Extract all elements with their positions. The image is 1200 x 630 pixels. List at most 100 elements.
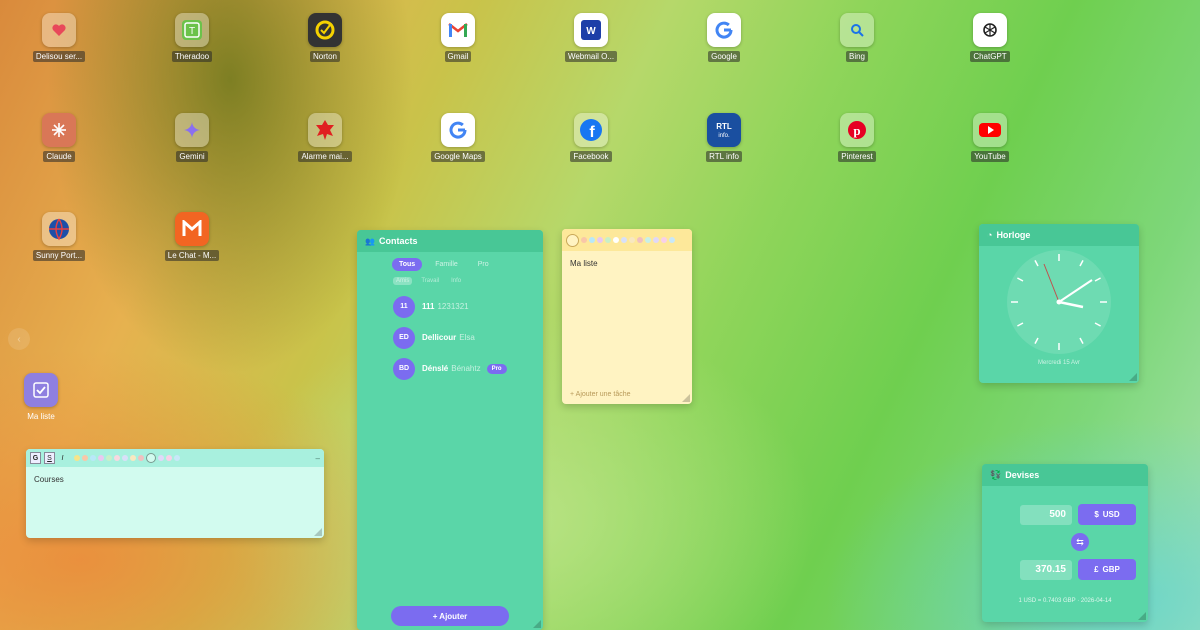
app-bing[interactable]: Bing	[812, 13, 902, 67]
app-theradoo[interactable]: T Theradoo	[147, 13, 237, 67]
color-swatch-selected[interactable]	[146, 453, 156, 463]
subtab-info[interactable]: Info	[448, 277, 464, 285]
facebook-icon: f	[574, 113, 608, 147]
color-swatch[interactable]	[581, 237, 587, 243]
color-swatch[interactable]	[82, 455, 88, 461]
app-google-maps[interactable]: Google Maps	[413, 113, 503, 167]
color-swatch[interactable]	[629, 237, 635, 243]
app-chatgpt[interactable]: ChatGPT	[945, 13, 1035, 67]
from-row: 500 $ USD	[1020, 504, 1136, 525]
app-ma-liste[interactable]: Ma liste	[0, 373, 86, 427]
color-swatch[interactable]	[174, 455, 180, 461]
app-claude[interactable]: Claude	[14, 113, 104, 167]
tab-famille[interactable]: Famille	[428, 258, 465, 271]
app-rtl[interactable]: RTL info. RTL info	[679, 113, 769, 167]
color-swatch[interactable]	[138, 455, 144, 461]
color-swatch[interactable]	[589, 237, 595, 243]
app-gmail[interactable]: Gmail	[413, 13, 503, 67]
app-label: Sunny Port...	[32, 250, 86, 261]
contacts-tabs: Tous Famille Pro	[357, 252, 543, 271]
color-swatch[interactable]	[605, 237, 611, 243]
people-icon: 👥	[365, 236, 375, 246]
contacts-title: Contacts	[378, 236, 418, 246]
color-swatch[interactable]	[661, 237, 667, 243]
scroll-left-button[interactable]: ‹	[8, 328, 30, 350]
app-le-chat[interactable]: Le Chat - M...	[147, 212, 237, 266]
note-widget-ma-liste[interactable]: Ma liste + Ajouter une tâche	[562, 229, 692, 404]
color-swatch[interactable]	[653, 237, 659, 243]
app-delisou[interactable]: Delisou ser...	[14, 13, 104, 67]
swap-icon[interactable]: ⇆	[1071, 533, 1089, 551]
heart-icon	[42, 13, 76, 47]
color-swatch-selected[interactable]	[566, 233, 579, 247]
color-swatch[interactable]	[74, 455, 80, 461]
app-label: Ma liste	[27, 412, 55, 421]
alarm-icon	[308, 113, 342, 147]
gmail-icon	[441, 13, 475, 47]
app-gemini[interactable]: Gemini	[147, 113, 237, 167]
app-label: Gemini	[176, 151, 208, 162]
lechat-icon	[175, 212, 209, 246]
app-youtube[interactable]: YouTube	[945, 113, 1035, 167]
color-swatch[interactable]	[645, 237, 651, 243]
money-icon: 💱	[990, 469, 1002, 480]
clock-header[interactable]: ◔ Horloge	[979, 224, 1139, 246]
color-swatch[interactable]	[613, 237, 619, 243]
note-text[interactable]: Courses	[26, 467, 324, 492]
add-task-input[interactable]: + Ajouter une tâche	[570, 391, 631, 398]
currency-header[interactable]: 💱 Devises	[982, 464, 1148, 486]
from-currency-button[interactable]: $ USD	[1078, 504, 1136, 525]
color-swatch[interactable]	[130, 455, 136, 461]
google-icon	[441, 113, 475, 147]
resize-handle[interactable]	[314, 528, 322, 536]
minimize-button[interactable]: –	[316, 454, 320, 463]
note-widget-courses[interactable]: G S I – Courses	[26, 449, 324, 538]
color-swatch[interactable]	[669, 237, 675, 243]
app-label: Google	[708, 51, 740, 62]
app-label: RTL info	[706, 151, 742, 162]
resize-handle[interactable]	[682, 394, 690, 402]
bold-button[interactable]: G	[30, 452, 41, 464]
app-label: Claude	[43, 151, 75, 162]
color-swatch[interactable]	[90, 455, 96, 461]
contacts-header[interactable]: 👥 Contacts	[357, 230, 543, 252]
color-swatch[interactable]	[637, 237, 643, 243]
underline-button[interactable]: S	[44, 452, 55, 464]
from-amount-input[interactable]: 500	[1020, 504, 1072, 525]
to-currency-button[interactable]: £ GBP	[1078, 559, 1136, 580]
color-swatch[interactable]	[114, 455, 120, 461]
resize-handle[interactable]	[1138, 612, 1146, 620]
contact-row[interactable]: BD Dénslé Bénahtz Pro	[357, 353, 543, 384]
contact-row[interactable]: 11 111 1231321	[357, 291, 543, 322]
svg-text:p: p	[853, 123, 860, 138]
tab-pro[interactable]: Pro	[471, 258, 496, 271]
app-label: Delisou ser...	[32, 51, 86, 62]
app-alarme[interactable]: Alarme mai...	[280, 113, 370, 167]
contact-row[interactable]: ED Dellicour Elsa	[357, 322, 543, 353]
app-pinterest[interactable]: p Pinterest	[812, 113, 902, 167]
contact-name: Dellicour	[422, 333, 457, 342]
app-norton[interactable]: Norton	[280, 13, 370, 67]
avatar: BD	[393, 357, 415, 380]
currency-widget: 💱 Devises 500 $ USD ⇆ 370.15 £ GBP 1 USD…	[982, 464, 1148, 622]
italic-button[interactable]: I	[58, 453, 67, 463]
color-swatch[interactable]	[98, 455, 104, 461]
currency-code: GBP	[1102, 565, 1120, 574]
resize-handle[interactable]	[533, 620, 541, 628]
subtab-amis[interactable]: Amis	[393, 277, 413, 285]
subtab-travail[interactable]: Travail	[418, 277, 442, 285]
app-facebook[interactable]: f Facebook	[546, 113, 636, 167]
add-contact-button[interactable]: + Ajouter	[391, 606, 509, 626]
note-text[interactable]: Ma liste	[562, 251, 692, 276]
color-swatch[interactable]	[122, 455, 128, 461]
app-google[interactable]: Google	[679, 13, 769, 67]
color-swatch[interactable]	[621, 237, 627, 243]
color-swatch[interactable]	[597, 237, 603, 243]
app-webmail[interactable]: W Webmail O...	[546, 13, 636, 67]
color-swatch[interactable]	[166, 455, 172, 461]
color-swatch[interactable]	[158, 455, 164, 461]
app-sunny-port[interactable]: Sunny Port...	[14, 212, 104, 266]
resize-handle[interactable]	[1129, 373, 1137, 381]
tab-tous[interactable]: Tous	[392, 258, 423, 271]
color-swatch[interactable]	[106, 455, 112, 461]
